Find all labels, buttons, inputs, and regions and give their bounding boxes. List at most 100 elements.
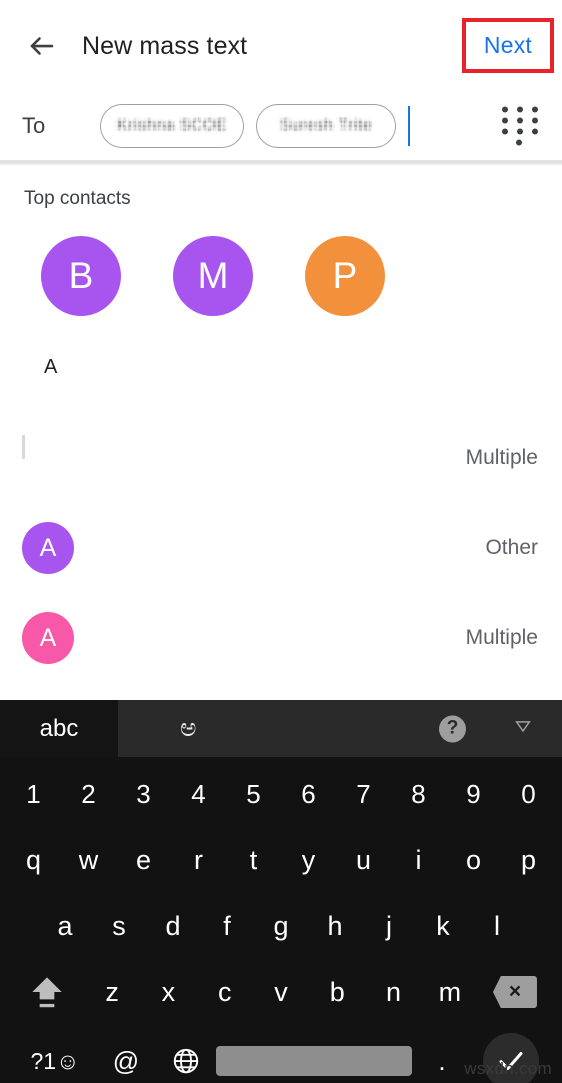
backspace-icon[interactable]: × — [478, 959, 552, 1025]
key-i[interactable]: i — [391, 827, 446, 893]
next-button[interactable]: Next — [470, 28, 546, 63]
dialpad-dot — [532, 106, 538, 113]
key-k[interactable]: k — [416, 893, 470, 959]
key-c[interactable]: c — [197, 959, 253, 1025]
key-2[interactable]: 2 — [61, 761, 116, 827]
dialpad-dot — [517, 117, 523, 124]
key-6[interactable]: 6 — [281, 761, 336, 827]
list-item[interactable]: A Multiple — [0, 593, 562, 683]
key-q[interactable]: q — [6, 827, 61, 893]
shift-icon[interactable] — [10, 959, 84, 1025]
key-t[interactable]: t — [226, 827, 281, 893]
key-3[interactable]: 3 — [116, 761, 171, 827]
top-contact-avatar[interactable]: M — [173, 236, 253, 316]
key-7[interactable]: 7 — [336, 761, 391, 827]
globe-icon[interactable] — [156, 1025, 216, 1083]
contact-type-label: Multiple — [465, 446, 538, 469]
symbols-key[interactable]: ?1☺ — [14, 1025, 96, 1083]
key-n[interactable]: n — [365, 959, 421, 1025]
alpha-section-header: A — [44, 356, 58, 378]
keyboard-row-bottom: z x c v b n m × — [0, 959, 562, 1025]
key-r[interactable]: r — [171, 827, 226, 893]
app-screen: New mass text Next To Krishna SCOE Sures… — [0, 0, 562, 1083]
page-title: New mass text — [82, 31, 248, 60]
keyboard-tab-language-label: ಅ — [180, 714, 197, 742]
key-9[interactable]: 9 — [446, 761, 501, 827]
key-a[interactable]: a — [38, 893, 92, 959]
avatar-initial: M — [197, 255, 229, 296]
dialpad-dot — [517, 128, 523, 135]
key-d[interactable]: d — [146, 893, 200, 959]
key-f[interactable]: f — [200, 893, 254, 959]
key-y[interactable]: y — [281, 827, 336, 893]
space-key[interactable] — [216, 1025, 412, 1083]
space-bar — [216, 1046, 412, 1076]
dialpad-dot — [502, 128, 508, 135]
avatar-initial: A — [39, 533, 57, 562]
keyboard-tab-language[interactable]: ಅ ? — [118, 700, 562, 757]
help-icon[interactable]: ? — [439, 715, 466, 742]
key-b[interactable]: b — [309, 959, 365, 1025]
keyboard-keys: 1 2 3 4 5 6 7 8 9 0 q w e r t y u i o p … — [0, 757, 562, 1083]
virtual-keyboard: abc ಅ ? 1 2 3 4 5 6 7 8 9 0 q w e r t y … — [0, 700, 562, 1083]
key-e[interactable]: e — [116, 827, 171, 893]
chevron-down-icon[interactable] — [512, 714, 534, 743]
key-x[interactable]: x — [140, 959, 196, 1025]
top-contact-avatar[interactable]: B — [41, 236, 121, 316]
key-period[interactable]: . — [412, 1025, 472, 1083]
keyboard-row-home: a s d f g h j k l — [0, 893, 562, 959]
to-label: To — [22, 113, 46, 138]
key-5[interactable]: 5 — [226, 761, 281, 827]
dialpad-icon[interactable] — [502, 106, 538, 146]
recipient-chip[interactable]: Suresh Trite — [256, 104, 397, 148]
key-l[interactable]: l — [470, 893, 524, 959]
key-0[interactable]: 0 — [501, 761, 556, 827]
avatar-initial: B — [68, 255, 94, 296]
app-header: New mass text Next — [0, 0, 562, 92]
key-j[interactable]: j — [362, 893, 416, 959]
key-8[interactable]: 8 — [391, 761, 446, 827]
dialpad-dot — [502, 106, 508, 113]
keyboard-suggestion-bar: abc ಅ ? — [0, 700, 562, 757]
key-z[interactable]: z — [84, 959, 140, 1025]
contacts-list: Top contacts B M P A Multiple A Other A … — [0, 166, 562, 706]
recipient-chips: Krishna SCOE Suresh Trite — [100, 104, 397, 148]
key-p[interactable]: p — [501, 827, 556, 893]
key-s[interactable]: s — [92, 893, 146, 959]
key-at[interactable]: @ — [96, 1025, 156, 1083]
dialpad-dot — [517, 106, 523, 113]
key-v[interactable]: v — [253, 959, 309, 1025]
watermark: wsxdn.com — [464, 1059, 552, 1078]
backspace-glyph: × — [492, 976, 537, 1008]
keyboard-row-top: q w e r t y u i o p — [0, 827, 562, 893]
key-o[interactable]: o — [446, 827, 501, 893]
arrow-left-icon — [27, 31, 57, 61]
key-g[interactable]: g — [254, 893, 308, 959]
keyboard-tab-abc[interactable]: abc — [0, 700, 118, 757]
avatar — [22, 432, 74, 484]
key-h[interactable]: h — [308, 893, 362, 959]
recipient-chip-label: Suresh Trite — [279, 117, 373, 134]
avatar: A — [22, 612, 74, 664]
contact-type-label: Multiple — [465, 626, 538, 649]
list-item[interactable]: A Other — [0, 503, 562, 593]
top-contact-avatar[interactable]: P — [305, 236, 385, 316]
key-w[interactable]: w — [61, 827, 116, 893]
dialpad-dot — [502, 117, 508, 124]
list-item[interactable]: Multiple — [0, 413, 562, 503]
avatar-initial: A — [39, 623, 57, 652]
keyboard-row-numbers: 1 2 3 4 5 6 7 8 9 0 — [0, 761, 562, 827]
key-1[interactable]: 1 — [6, 761, 61, 827]
key-m[interactable]: m — [422, 959, 478, 1025]
recipient-chip[interactable]: Krishna SCOE — [100, 104, 245, 148]
key-u[interactable]: u — [336, 827, 391, 893]
dialpad-dot — [532, 117, 538, 124]
dialpad-dot — [532, 128, 538, 135]
recipient-chip-label: Krishna SCOE — [117, 117, 228, 134]
contact-type-label: Other — [485, 536, 538, 559]
recipients-field[interactable]: To Krishna SCOE Suresh Trite — [0, 92, 562, 160]
back-button[interactable] — [14, 18, 70, 74]
key-4[interactable]: 4 — [171, 761, 226, 827]
top-contacts-row: B M P — [0, 210, 562, 316]
redacted-marker — [22, 435, 25, 459]
